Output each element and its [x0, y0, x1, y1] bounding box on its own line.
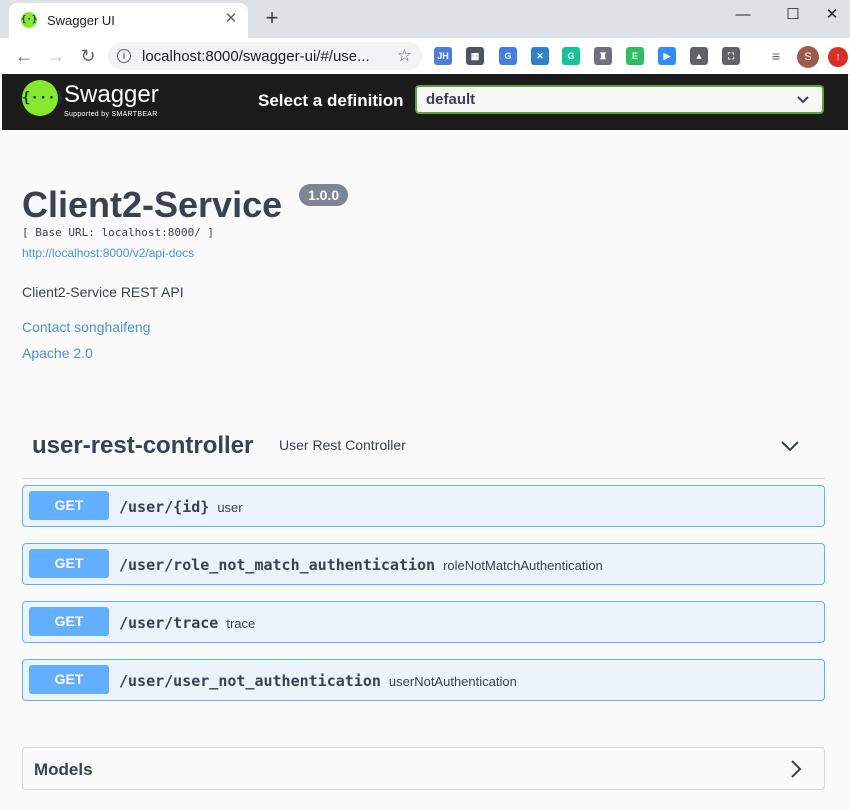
new-tab-icon[interactable]: +	[260, 6, 284, 30]
definition-select[interactable]: default	[415, 85, 824, 114]
api-title: Client2-Service	[22, 184, 283, 225]
address-bar[interactable]: i localhost:8000/swagger-ui/#/use... ☆	[108, 42, 422, 70]
grammarly-icon[interactable]: G	[562, 47, 580, 65]
method-badge: GET	[29, 549, 109, 578]
minimize-icon[interactable]: —	[720, 0, 766, 32]
models-section[interactable]: Models	[22, 747, 825, 790]
update-icon[interactable]: ↑	[828, 47, 848, 67]
version-badge: 1.0.0	[299, 184, 349, 206]
zoom-icon[interactable]: ▶	[658, 47, 676, 65]
reload-icon[interactable]: ↻	[76, 44, 100, 68]
tag-description: User Rest Controller	[279, 437, 406, 453]
browser-titlebar: {·} Swagger UI ✕ + — ☐ ✕	[0, 0, 850, 38]
api-description: Client2-Service REST API	[22, 284, 184, 300]
jh-extension-icon[interactable]: JH	[434, 47, 452, 65]
swagger-topbar: {···} Swagger Supported by SMARTBEAR Sel…	[2, 74, 848, 130]
method-badge: GET	[29, 491, 109, 520]
chevron-right-icon[interactable]	[788, 760, 804, 778]
tag-header-user-rest-controller[interactable]: user-rest-controller User Rest Controlle…	[22, 420, 825, 479]
bookmark-star-icon[interactable]: ☆	[397, 46, 412, 66]
contact-link[interactable]: Contact songhaifeng	[22, 319, 150, 335]
shield-icon[interactable]: ♜	[594, 47, 612, 65]
drive-icon[interactable]: ▲	[690, 47, 708, 65]
operation-summary: trace	[226, 616, 256, 631]
maximize-icon[interactable]: ☐	[770, 0, 816, 32]
logo-subtitle: Supported by SMARTBEAR	[64, 111, 158, 118]
operation-get-user-not-auth[interactable]: GET /user/user_not_authentication userNot…	[22, 659, 825, 701]
operation-get-trace[interactable]: GET /user/trace trace	[22, 601, 825, 643]
swagger-logo-icon[interactable]: {···}	[22, 80, 64, 116]
tab-title: Swagger UI	[47, 13, 115, 28]
operation-get-role-not-match[interactable]: GET /user/role_not_match_authentication r…	[22, 543, 825, 585]
operation-path: /user/{id} user	[119, 498, 243, 516]
operation-summary: roleNotMatchAuthentication	[443, 558, 603, 573]
forward-arrow-icon[interactable]: →	[44, 44, 68, 68]
close-window-icon[interactable]: ✕	[814, 0, 850, 32]
select-definition-label: Select a definition	[258, 91, 404, 110]
chevron-down-icon[interactable]	[780, 436, 800, 456]
qr-code-icon[interactable]: ▦	[466, 47, 484, 65]
operation-summary: user	[217, 500, 243, 515]
operation-get-user-id[interactable]: GET /user/{id} user	[22, 485, 825, 527]
operation-path: /user/user_not_authentication userNotAuth…	[119, 672, 517, 690]
site-info-icon[interactable]: i	[117, 49, 131, 63]
profile-avatar[interactable]: S	[797, 46, 819, 68]
translate-icon[interactable]: G	[499, 47, 517, 65]
back-arrow-icon[interactable]: ←	[12, 44, 36, 68]
swagger-favicon-icon: {·}	[21, 12, 37, 28]
media-control-icon[interactable]: ≡	[764, 44, 788, 68]
tools-icon[interactable]: ✕	[531, 47, 549, 65]
operation-summary: userNotAuthentication	[388, 674, 517, 689]
operation-path: /user/trace trace	[119, 614, 256, 632]
base-url: [ Base URL: localhost:8000/ ]	[22, 226, 215, 239]
models-title: Models	[34, 760, 93, 779]
method-badge: GET	[29, 665, 109, 694]
license-link[interactable]: Apache 2.0	[22, 345, 93, 361]
api-docs-link[interactable]: http://localhost:8000/v2/api-docs	[22, 246, 194, 260]
method-badge: GET	[29, 607, 109, 636]
logo-text[interactable]: Swagger	[64, 81, 159, 109]
close-tab-icon[interactable]: ✕	[222, 10, 240, 28]
tag-name: user-rest-controller	[32, 432, 254, 459]
capture-icon[interactable]: ⛶	[722, 47, 740, 65]
selected-definition: default	[426, 91, 476, 108]
browser-tab[interactable]: {·} Swagger UI ✕	[9, 3, 248, 38]
chevron-down-icon	[796, 89, 810, 112]
evernote-icon[interactable]: E	[626, 47, 644, 65]
operation-path: /user/role_not_match_authentication roleN…	[119, 556, 603, 574]
url-text: localhost:8000/swagger-ui/#/use...	[142, 48, 370, 65]
